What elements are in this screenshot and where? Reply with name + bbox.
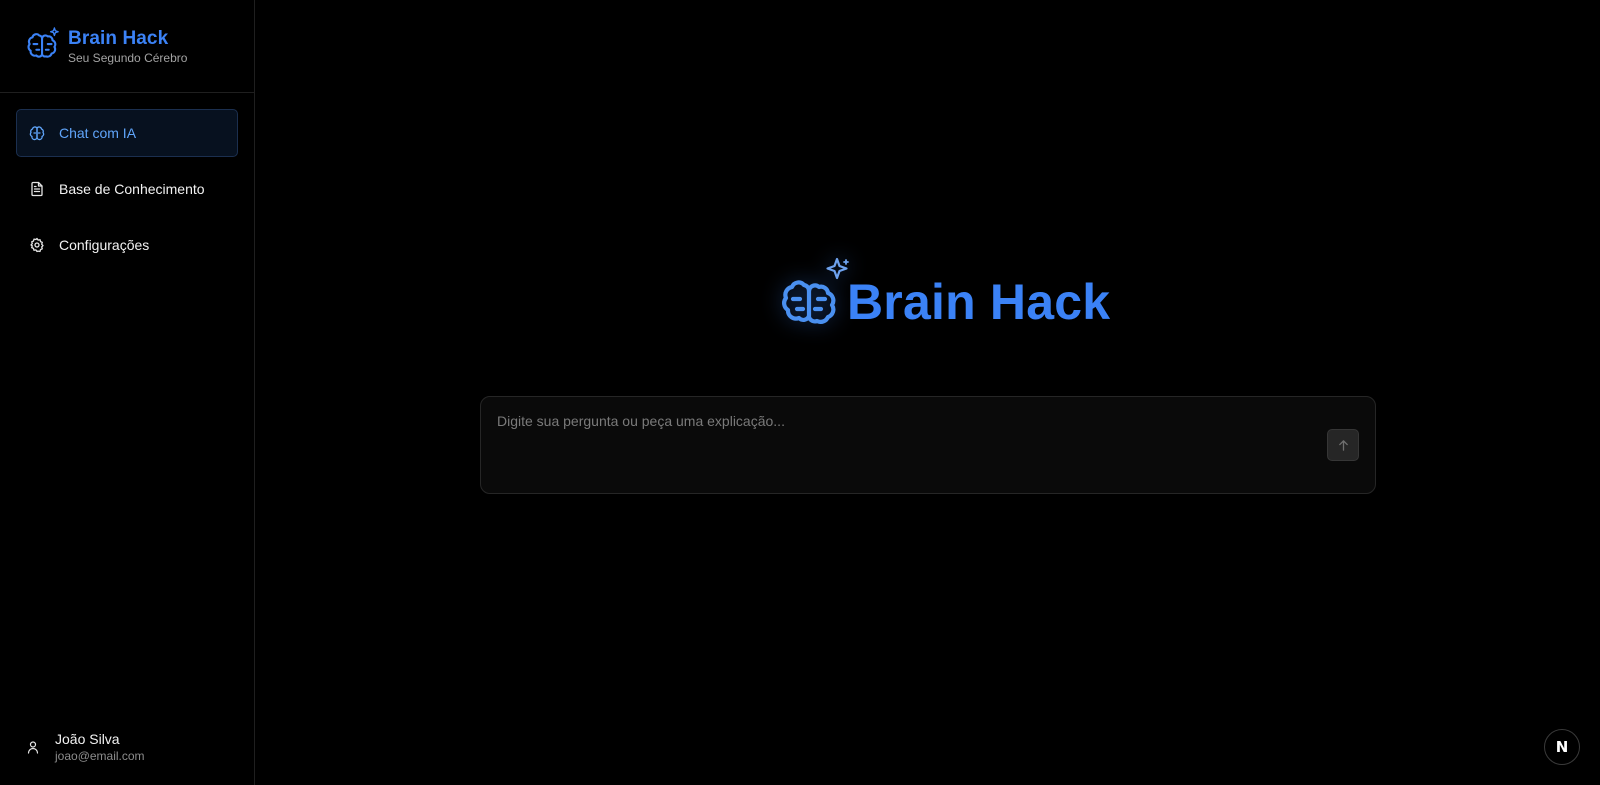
sidebar-item-knowledge-base[interactable]: Base de Conhecimento	[16, 165, 238, 213]
sidebar-item-label: Base de Conhecimento	[59, 181, 205, 197]
hero-title: Brain Hack	[847, 274, 1111, 330]
sidebar-nav: Chat com IA Base de Conhecimento Configu…	[0, 93, 254, 269]
brain-icon	[29, 125, 45, 141]
arrow-up-icon	[1337, 439, 1350, 452]
chat-composer	[480, 396, 1376, 494]
app-root: Brain Hack Seu Segundo Cérebro Chat com …	[0, 0, 1600, 785]
sidebar: Brain Hack Seu Segundo Cérebro Chat com …	[0, 0, 255, 785]
send-button[interactable]	[1327, 429, 1359, 461]
brand-header[interactable]: Brain Hack Seu Segundo Cérebro	[0, 0, 254, 93]
hero-logo: Brain Hack	[771, 255, 1110, 335]
brand-text: Brain Hack Seu Segundo Cérebro	[68, 28, 187, 65]
dev-indicator-label: N	[1555, 738, 1569, 756]
dev-indicator-button[interactable]: N	[1544, 729, 1580, 765]
sidebar-item-label: Configurações	[59, 237, 150, 253]
brand-title: Brain Hack	[68, 27, 169, 49]
user-email: joao@email.com	[55, 749, 145, 763]
user-profile[interactable]: João Silva joao@email.com	[26, 731, 145, 763]
chat-input[interactable]	[497, 413, 1297, 477]
main-content: Brain Hack N	[255, 0, 1600, 785]
sidebar-item-label: Chat com IA	[59, 125, 137, 141]
user-info: João Silva joao@email.com	[55, 731, 145, 763]
brain-sparkles-icon	[771, 255, 851, 335]
sidebar-item-settings[interactable]: Configurações	[16, 221, 238, 269]
sidebar-item-chat[interactable]: Chat com IA	[16, 109, 238, 157]
user-icon	[26, 740, 40, 754]
gear-icon	[29, 237, 45, 253]
brand-subtitle: Seu Segundo Cérebro	[68, 50, 188, 65]
brain-sparkles-icon	[24, 26, 62, 64]
user-name: João Silva	[55, 731, 120, 747]
document-icon	[29, 181, 45, 197]
